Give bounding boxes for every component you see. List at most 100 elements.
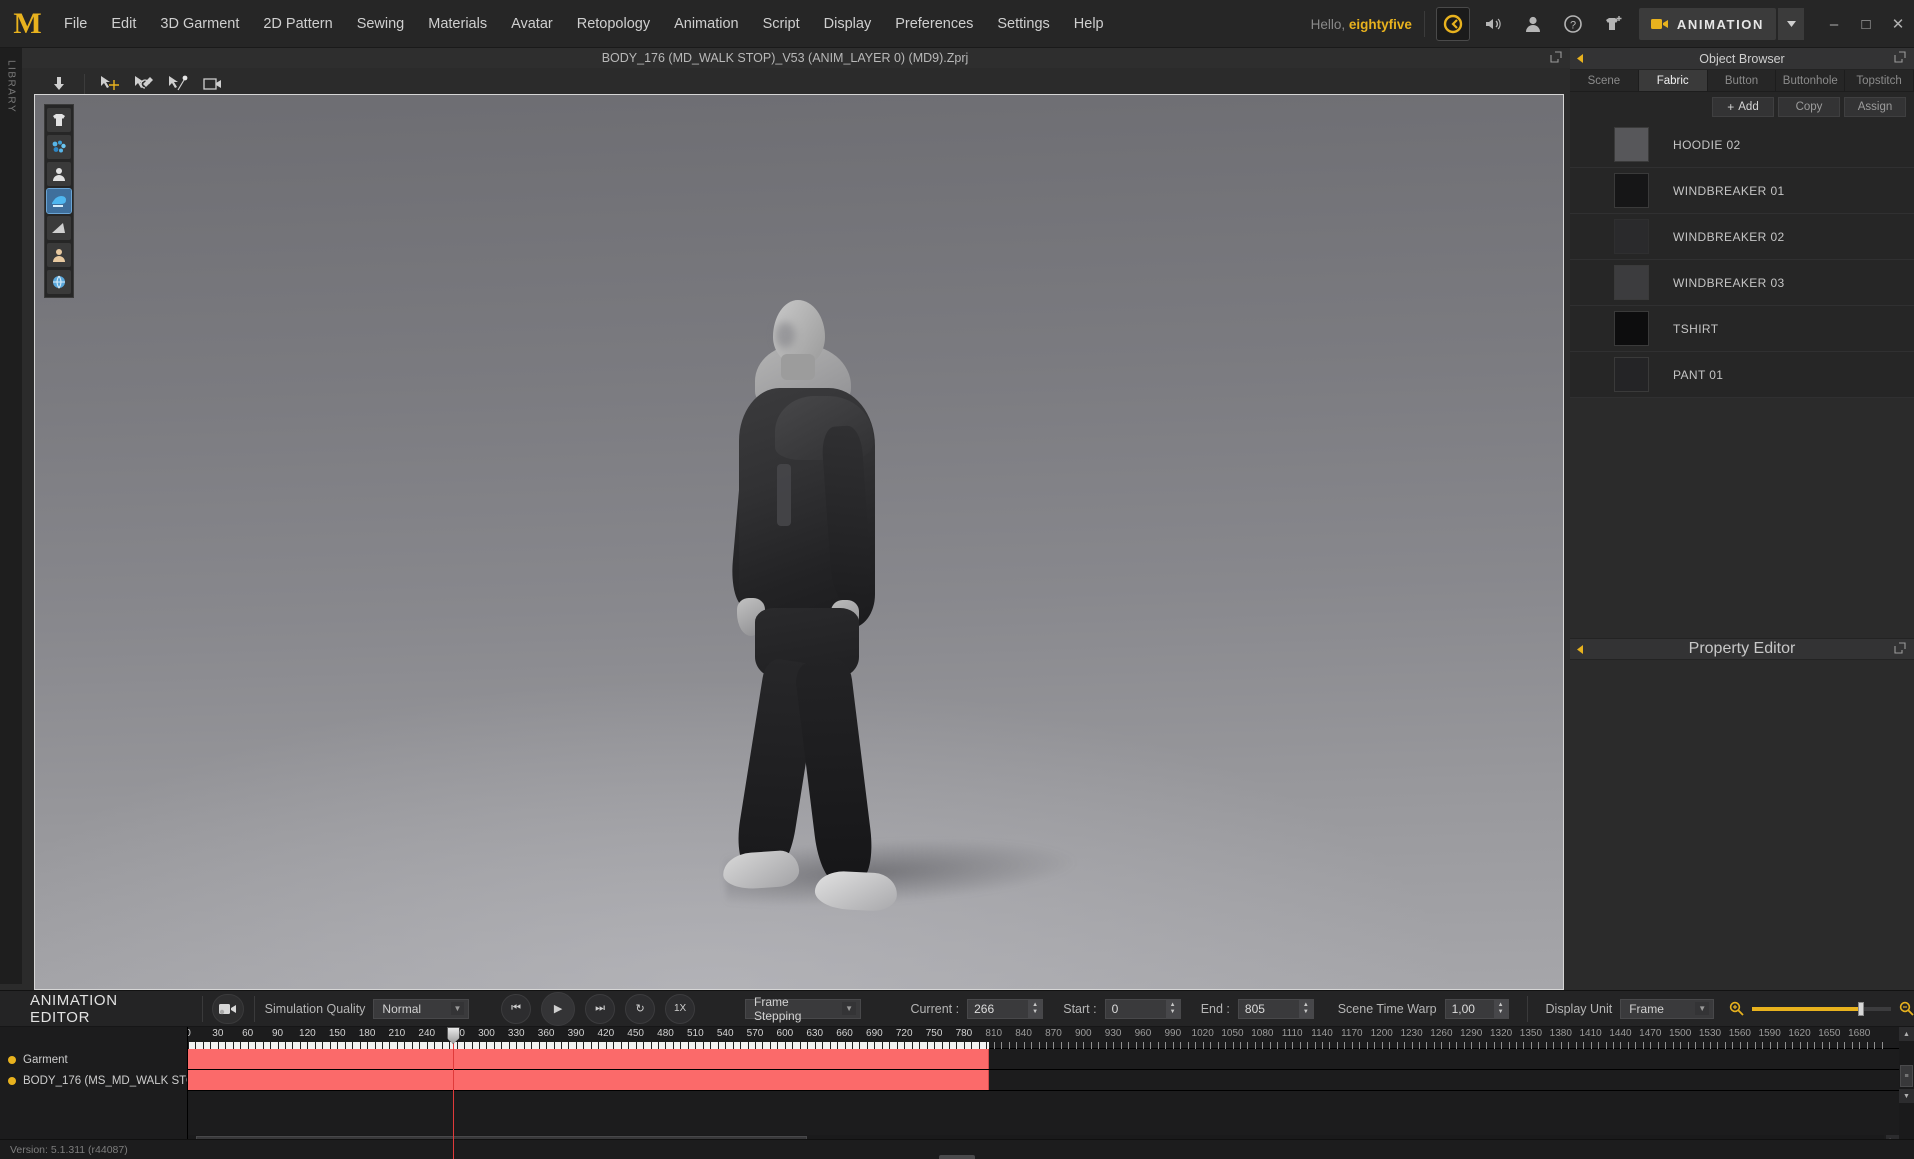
close-button[interactable]: ✕ [1882, 0, 1914, 48]
menu-2d-pattern[interactable]: 2D Pattern [251, 0, 344, 48]
speaker-icon[interactable] [1476, 7, 1510, 41]
table-row[interactable]: WINDBREAKER 01 [1570, 168, 1914, 214]
playhead[interactable] [446, 1027, 460, 1159]
table-row[interactable]: WINDBREAKER 03 [1570, 260, 1914, 306]
ruler-tick-label: 810 [985, 1028, 1003, 1039]
display-unit-select[interactable]: Frame ▼ [1620, 998, 1715, 1019]
start-frame-input[interactable]: 0 ▲ ▼ [1104, 998, 1181, 1019]
ruler-tick [1709, 1042, 1711, 1049]
help-icon[interactable]: ? [1556, 7, 1590, 41]
minimize-button[interactable]: – [1818, 0, 1850, 48]
tab-topstitch[interactable]: Topstitch [1845, 70, 1914, 91]
user-account-icon[interactable] [1516, 7, 1550, 41]
show-skin-icon[interactable] [47, 243, 71, 267]
timeline-clip[interactable] [188, 1070, 989, 1090]
timeline-track-body[interactable] [188, 1070, 1914, 1091]
maximize-button[interactable]: □ [1850, 0, 1882, 48]
track-enabled-dot[interactable] [8, 1076, 16, 1085]
popout-icon[interactable] [1550, 51, 1562, 63]
start-frame-stepper[interactable]: ▲ ▼ [1165, 999, 1180, 1018]
scene-time-warp-input[interactable]: 1,00 ▲ ▼ [1444, 998, 1509, 1019]
timeline-track-garment[interactable] [188, 1049, 1914, 1070]
show-particle-icon[interactable] [47, 135, 71, 159]
zoom-out-icon[interactable] [1899, 1001, 1914, 1016]
table-row[interactable]: TSHIRT [1570, 306, 1914, 352]
ruler-tick [1642, 1042, 1644, 1049]
table-row[interactable]: WINDBREAKER 02 [1570, 214, 1914, 260]
zoom-in-icon[interactable] [1729, 1001, 1744, 1016]
library-rail[interactable]: LIBRARY [0, 48, 22, 984]
tab-scene[interactable]: Scene [1570, 70, 1639, 91]
3d-viewport[interactable] [34, 94, 1564, 990]
menu-preferences[interactable]: Preferences [883, 0, 985, 48]
playback-mode-select[interactable]: Frame Stepping ▼ [745, 995, 862, 1023]
avatar-figure[interactable] [715, 300, 935, 920]
ruler-tick [1568, 1042, 1570, 1049]
assign-fabric-button[interactable]: Assign [1844, 97, 1906, 117]
ruler-tick-label: 660 [836, 1028, 853, 1039]
garment-upload-icon[interactable] [1596, 7, 1630, 41]
go-to-start-button[interactable]: ⏮ [501, 993, 532, 1024]
clo-connect-icon[interactable] [1435, 7, 1470, 41]
document-title-bar: BODY_176 (MD_WALK STOP)_V53 (ANIM_LAYER … [0, 48, 1570, 68]
current-frame-input[interactable]: 266 ▲ ▼ [967, 998, 1044, 1019]
menu-display[interactable]: Display [812, 0, 884, 48]
resize-grip[interactable] [939, 1155, 975, 1159]
end-frame-value: 805 [1244, 1001, 1265, 1016]
go-to-end-button[interactable]: ⏭ [585, 993, 616, 1024]
table-row[interactable]: PANT 01 [1570, 352, 1914, 398]
list-item[interactable]: Garment [0, 1049, 187, 1070]
play-button[interactable]: ▶ [541, 991, 576, 1026]
menu-3d-garment[interactable]: 3D Garment [148, 0, 251, 48]
simulation-quality-select[interactable]: Normal ▼ [373, 998, 470, 1019]
menu-edit[interactable]: Edit [99, 0, 148, 48]
scroll-down-button[interactable]: ▼ [1899, 1089, 1914, 1103]
scroll-up-button[interactable]: ▲ [1899, 1027, 1914, 1041]
end-frame-stepper[interactable]: ▲ ▼ [1298, 999, 1313, 1018]
table-row[interactable]: HOODIE 02 [1570, 122, 1914, 168]
mode-dropdown-button[interactable] [1778, 8, 1804, 40]
ruler-tick [1232, 1042, 1234, 1049]
ruler-tick [665, 1042, 667, 1049]
menu-script[interactable]: Script [751, 0, 812, 48]
list-item[interactable]: BODY_176 (MS_MD_WALK STOP [0, 1070, 187, 1091]
track-enabled-dot[interactable] [8, 1055, 16, 1064]
current-frame-stepper[interactable]: ▲ ▼ [1028, 999, 1043, 1018]
show-environment-icon[interactable] [47, 270, 71, 294]
ruler-tick [1060, 1042, 1062, 1049]
menu-retopology[interactable]: Retopology [565, 0, 662, 48]
show-shading-icon[interactable] [47, 216, 71, 240]
timeline-clip[interactable] [188, 1049, 989, 1069]
end-frame-input[interactable]: 805 ▲ ▼ [1237, 998, 1314, 1019]
property-editor-pin-icon[interactable] [1576, 644, 1587, 655]
show-garment-icon[interactable] [47, 108, 71, 132]
menu-file[interactable]: File [52, 0, 99, 48]
show-arrangement-icon[interactable] [46, 188, 72, 214]
tab-button[interactable]: Button [1708, 70, 1777, 91]
ruler-tick-label: 1620 [1788, 1028, 1811, 1039]
tab-buttonhole[interactable]: Buttonhole [1776, 70, 1846, 91]
scene-time-warp-stepper[interactable]: ▲ ▼ [1493, 999, 1508, 1018]
menu-settings[interactable]: Settings [985, 0, 1061, 48]
scroll-thumb[interactable]: ≡ [1900, 1065, 1913, 1087]
ruler-tick [799, 1042, 801, 1049]
menu-materials[interactable]: Materials [416, 0, 499, 48]
menu-sewing[interactable]: Sewing [345, 0, 417, 48]
menu-avatar[interactable]: Avatar [499, 0, 565, 48]
pin-icon[interactable] [1576, 53, 1587, 64]
camera-record-icon[interactable] [212, 993, 244, 1024]
show-avatar-icon[interactable] [47, 162, 71, 186]
property-editor-popout-icon[interactable] [1894, 642, 1906, 654]
menu-help[interactable]: Help [1062, 0, 1116, 48]
copy-fabric-button[interactable]: Copy [1778, 97, 1840, 117]
ruler-tick [1829, 1042, 1831, 1049]
speed-button[interactable]: 1X [665, 993, 696, 1024]
loop-button[interactable]: ↻ [625, 993, 656, 1024]
object-browser-popout-icon[interactable] [1894, 51, 1906, 63]
timeline-zoom-slider[interactable] [1751, 1001, 1892, 1016]
add-fabric-button[interactable]: + Add [1712, 97, 1774, 117]
zoom-slider-knob[interactable] [1857, 1001, 1864, 1016]
mode-badge-animation[interactable]: ANIMATION [1638, 8, 1776, 40]
tab-fabric[interactable]: Fabric [1638, 70, 1708, 91]
menu-animation[interactable]: Animation [662, 0, 750, 48]
